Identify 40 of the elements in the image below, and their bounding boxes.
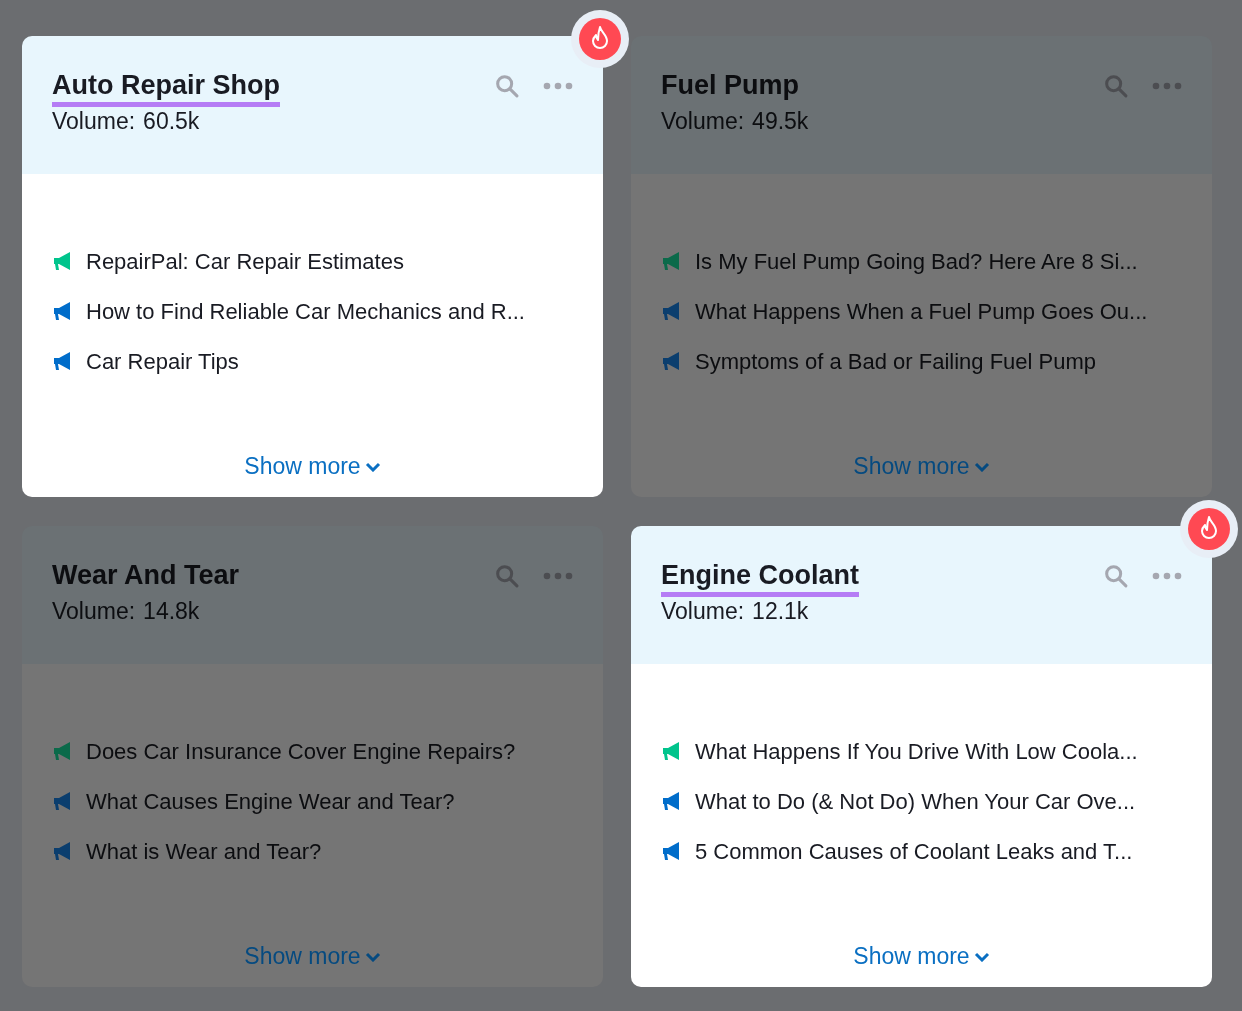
volume-value: 14.8k (143, 597, 200, 625)
volume-label: Volume: (52, 597, 136, 625)
show-more-button[interactable]: Show more (853, 938, 990, 973)
article-link[interactable]: Does Car Insurance Cover Engine Repairs? (86, 734, 516, 768)
card-title: Engine Coolant (661, 559, 859, 597)
more-options-icon[interactable] (543, 81, 573, 91)
article-link[interactable]: Symptoms of a Bad or Failing Fuel Pump (695, 344, 1097, 378)
search-icon[interactable] (493, 562, 521, 590)
card-title: Wear And Tear (52, 559, 240, 592)
volume-label: Volume: (661, 597, 745, 625)
chevron-down-icon (364, 952, 381, 963)
search-icon[interactable] (493, 72, 521, 100)
search-icon[interactable] (1102, 72, 1130, 100)
card-title: Fuel Pump (661, 69, 799, 102)
article-link[interactable]: 5 Common Causes of Coolant Leaks and T... (695, 834, 1133, 868)
more-options-icon[interactable] (543, 571, 573, 581)
chevron-down-icon (973, 952, 990, 963)
article-link[interactable]: What Happens When a Fuel Pump Goes Ou... (695, 294, 1148, 328)
volume-value: 60.5k (143, 107, 200, 135)
volume-label: Volume: (52, 107, 136, 135)
flame-icon (1188, 508, 1230, 550)
volume-value: 49.5k (752, 107, 809, 135)
show-more-button[interactable]: Show more (244, 448, 381, 483)
article-link[interactable]: How to Find Reliable Car Mechanics and R... (86, 294, 525, 328)
chevron-down-icon (364, 462, 381, 473)
article-link[interactable]: RepairPal: Car Repair Estimates (86, 244, 404, 278)
flame-icon (579, 18, 621, 60)
article-link[interactable]: What Happens If You Drive With Low Coola... (695, 734, 1138, 768)
more-options-icon[interactable] (1152, 81, 1182, 91)
article-link[interactable]: What Causes Engine Wear and Tear? (86, 784, 455, 818)
article-link[interactable]: Is My Fuel Pump Going Bad? Here Are 8 Si... (695, 244, 1138, 278)
chevron-down-icon (973, 462, 990, 473)
volume-label: Volume: (661, 107, 745, 135)
article-link[interactable]: Car Repair Tips (86, 344, 239, 378)
search-icon[interactable] (1102, 562, 1130, 590)
card-title: Auto Repair Shop (52, 69, 280, 107)
article-link[interactable]: What to Do (& Not Do) When Your Car Ove... (695, 784, 1136, 818)
article-link[interactable]: What is Wear and Tear? (86, 834, 322, 868)
more-options-icon[interactable] (1152, 571, 1182, 581)
volume-value: 12.1k (752, 597, 809, 625)
